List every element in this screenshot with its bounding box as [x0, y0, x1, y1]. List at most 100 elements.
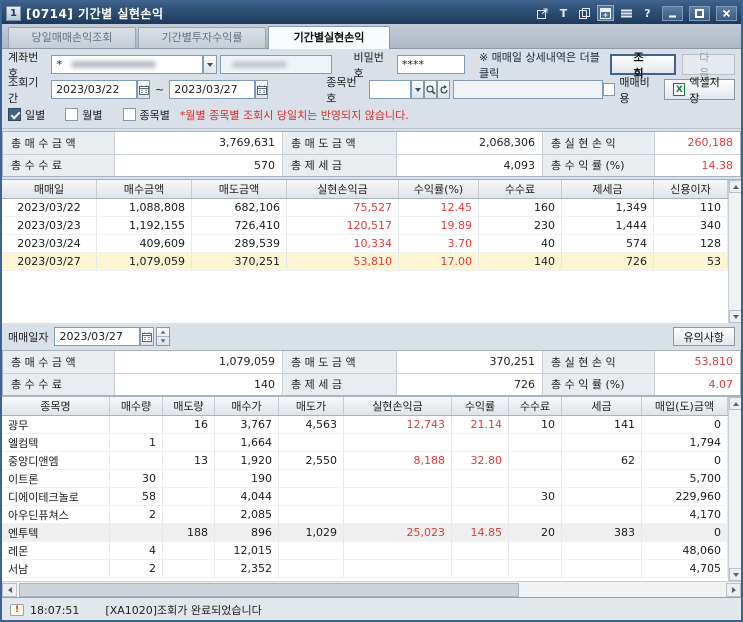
scroll-up-icon[interactable]	[729, 397, 741, 410]
table-cell	[562, 488, 642, 505]
table-cell	[452, 542, 509, 559]
calendar-icon[interactable]	[140, 327, 155, 346]
column-header[interactable]: 신용이자	[654, 180, 728, 198]
query-button[interactable]: 조회	[609, 51, 677, 80]
scroll-down-icon[interactable]	[729, 310, 741, 323]
stock-refresh-button[interactable]	[437, 80, 451, 99]
scroll-down-icon[interactable]	[729, 568, 741, 581]
column-header[interactable]: 매도가	[279, 397, 344, 415]
table-row[interactable]: 광무 16 3,767 4,563 12,743 21.14 10 141 0	[2, 416, 728, 434]
scroll-up-icon[interactable]	[729, 180, 741, 193]
day-buy-label: 총 매 수 금 액	[3, 351, 115, 373]
daily-table-scrollbar[interactable]	[728, 180, 741, 323]
column-header[interactable]: 세금	[562, 397, 642, 415]
column-header[interactable]: 매도금액	[192, 180, 287, 198]
column-header[interactable]: 매수가	[215, 397, 279, 415]
pin-window-icon[interactable]	[597, 5, 614, 21]
column-header[interactable]: 매수량	[110, 397, 163, 415]
copy-screen-icon[interactable]	[576, 5, 593, 21]
table-row[interactable]: 이트론 30 190 5,700	[2, 470, 728, 488]
column-header[interactable]: 매입(도)금액	[642, 397, 728, 415]
table-row[interactable]: 2023/03/22 1,088,808 682,106 75,527 12.45 160…	[2, 199, 728, 217]
period-from-input[interactable]	[51, 80, 138, 99]
menu-list-icon[interactable]	[618, 5, 635, 21]
step-up-icon[interactable]	[157, 328, 170, 337]
stock-number-input[interactable]	[369, 80, 412, 99]
table-cell: 2023/03/24	[2, 235, 97, 252]
table-row[interactable]: 아우딘퓨쳐스 2 2,085 4,170	[2, 506, 728, 524]
column-header[interactable]: 실현손익금	[287, 180, 399, 198]
tab-period-return[interactable]: 기간별투자수익률	[138, 27, 266, 48]
titlebar[interactable]: 1 [0714] 기간별 실현손익 T ?	[2, 2, 741, 24]
column-header[interactable]: 수수료	[509, 397, 562, 415]
password-input[interactable]	[396, 55, 465, 74]
open-new-window-icon[interactable]	[534, 5, 551, 21]
column-header[interactable]: 매매일	[2, 180, 97, 198]
table-cell	[562, 560, 642, 577]
day-realized-pl-value: 53,810	[694, 355, 734, 369]
column-header[interactable]: 수익률	[452, 397, 509, 415]
table-header-row: 매매일 매수금액 매도금액 실현손익금 수익률(%) 수수료 제세금 신용이자	[2, 180, 728, 199]
table-cell	[562, 506, 642, 523]
column-header[interactable]: 수수료	[479, 180, 562, 198]
notice-button[interactable]: 유의사항	[672, 327, 735, 346]
table-row[interactable]: 서남 2 2,352 4,705	[2, 560, 728, 578]
trade-date-stepper[interactable]	[156, 327, 171, 346]
tab-daily-trade-pl[interactable]: 당일매매손익조회	[8, 27, 136, 48]
stock-search-button[interactable]	[424, 80, 438, 99]
tabbar: 당일매매손익조회 기간별투자수익률 기간별실현손익	[2, 24, 741, 49]
column-header[interactable]: 제세금	[562, 180, 654, 198]
help-icon[interactable]: ?	[639, 5, 656, 21]
column-header[interactable]: 종목명	[2, 397, 110, 415]
maximize-button[interactable]	[689, 5, 710, 21]
calendar-to-icon[interactable]	[255, 80, 269, 99]
table-row[interactable]: 2023/03/24 409,609 289,539 10,334 3.70 40 574 1…	[2, 235, 728, 253]
column-header[interactable]: 매도량	[163, 397, 215, 415]
account-dropdown-button[interactable]	[203, 55, 217, 74]
table-cell	[509, 452, 562, 469]
stock-dropdown-button[interactable]	[411, 80, 425, 99]
table-cell	[562, 470, 642, 487]
table-row[interactable]: 디에이테크놀로 58 4,044 30 229,960	[2, 488, 728, 506]
granularity-warning: *월별 종목별 조회시 당일치는 반영되지 않습니다.	[179, 108, 409, 122]
table-cell: 1,349	[562, 199, 654, 216]
monthly-checkbox[interactable]	[65, 108, 79, 121]
minimize-button[interactable]	[662, 5, 683, 21]
table-cell	[110, 452, 163, 469]
stock-name-field[interactable]	[453, 80, 604, 99]
table-row[interactable]: 2023/03/27 1,079,059 370,251 53,810 17.00 140…	[2, 253, 728, 271]
day-summary: 총 매 수 금 액 1,079,059 총 매 도 금 액 370,251 총 …	[2, 350, 741, 396]
excel-save-button[interactable]: X 엑셀저장	[664, 76, 736, 105]
fee-checkbox[interactable]	[603, 83, 616, 96]
step-down-icon[interactable]	[157, 337, 169, 345]
scroll-left-icon[interactable]	[2, 583, 17, 597]
daily-checkbox[interactable]	[8, 108, 21, 121]
table-row[interactable]: 중앙디앤엠 13 1,920 2,550 8,188 32.80 62 0	[2, 452, 728, 470]
table-cell: 20	[509, 524, 562, 541]
scroll-right-icon[interactable]	[726, 583, 741, 597]
close-button[interactable]	[716, 5, 737, 21]
period-to-input[interactable]	[169, 80, 256, 99]
total-realized-pl-value: 260,188	[687, 136, 734, 150]
table-row[interactable]: 레몬 4 12,015 48,060	[2, 542, 728, 560]
next-button[interactable]: 다음	[682, 51, 735, 80]
font-size-icon[interactable]: T	[555, 5, 572, 21]
table-cell: 726	[562, 253, 654, 270]
column-header[interactable]: 실현손익금	[344, 397, 452, 415]
scrollbar-thumb[interactable]	[19, 583, 519, 597]
table-cell: 1,192,155	[97, 217, 192, 234]
table-row[interactable]: 엔투텍 188 896 1,029 25,023 14.85 20 383 0	[2, 524, 728, 542]
stock-table-scrollbar[interactable]	[728, 397, 741, 581]
trade-date-input[interactable]	[54, 327, 141, 346]
column-header[interactable]: 매수금액	[97, 180, 192, 198]
table-cell: 1,079,059	[97, 253, 192, 270]
horizontal-scrollbar[interactable]	[2, 581, 741, 597]
column-header[interactable]: 수익률(%)	[399, 180, 479, 198]
table-cell	[279, 470, 344, 487]
table-cell: 370,251	[192, 253, 287, 270]
table-row[interactable]: 엘컴텍 1 1,664 1,794	[2, 434, 728, 452]
by-stock-checkbox[interactable]	[122, 108, 136, 121]
table-row[interactable]: 2023/03/23 1,192,155 726,410 120,517 19.89 23…	[2, 217, 728, 235]
calendar-from-icon[interactable]	[137, 80, 151, 99]
tab-period-realized-pl[interactable]: 기간별실현손익	[268, 26, 390, 49]
